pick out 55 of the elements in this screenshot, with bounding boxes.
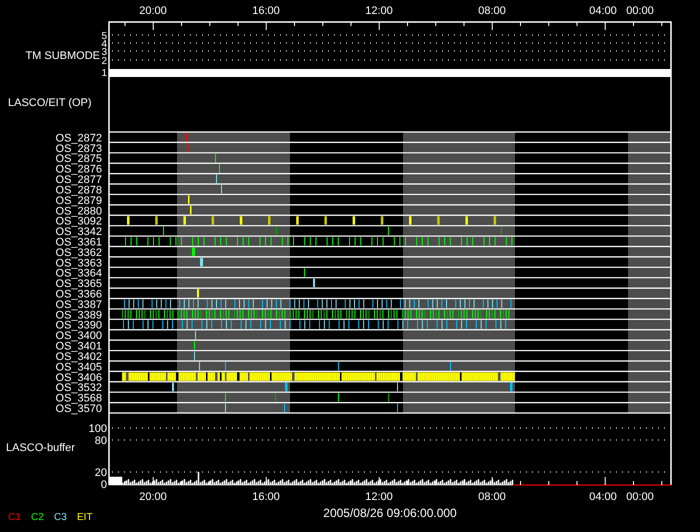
row-label: OS_3366 (56, 288, 102, 301)
axis-label: 20 (94, 467, 107, 479)
legend-label: C2 (31, 512, 44, 523)
row-label: OS_3092 (56, 216, 102, 228)
time-label: 16:00 (252, 5, 280, 17)
time-label: 20:00 (139, 5, 167, 17)
row-label: OS_3390 (56, 320, 102, 332)
panel-label: TM SUBMODE (25, 50, 100, 62)
row-label: OS_3342 (56, 226, 102, 238)
row-label: OS_3401 (56, 340, 102, 353)
row-label: OS_3387 (56, 298, 102, 311)
legend-label: C3 (54, 512, 67, 523)
row-label: OS_2879 (56, 194, 102, 207)
time-label: 08:00 (478, 491, 506, 503)
axis-label: 100 (88, 423, 107, 435)
row-label: OS_2876 (56, 164, 102, 176)
time-label: 00:00 (626, 5, 654, 17)
row-label: OS_2877 (56, 174, 102, 186)
row-label: OS_3568 (56, 392, 102, 405)
date-label: 2005/08/26 09:06:00.000 (323, 506, 457, 520)
row-label: OS_2878 (56, 184, 102, 196)
time-label: 04:00 (589, 491, 617, 503)
row-label: OS_3406 (56, 372, 102, 384)
row-label: OS_3362 (56, 246, 102, 259)
legend-label: C1 (8, 512, 21, 523)
time-label: 12:00 (365, 5, 393, 17)
time-label: 12:00 (365, 491, 393, 503)
time-label: 20:00 (139, 491, 167, 503)
time-label: 08:00 (478, 5, 506, 17)
panel-label: LASCO-buffer (6, 442, 75, 454)
row-label: OS_3400 (56, 330, 102, 342)
row-label: OS_3532 (56, 382, 102, 394)
row-label: OS_2873 (56, 142, 102, 155)
axis-label: 80 (94, 435, 107, 447)
axis-label: 1 (101, 68, 107, 79)
axis-label: 2 (101, 56, 107, 67)
time-label: 16:00 (252, 491, 280, 503)
row-label: OS_2880 (56, 205, 102, 218)
row-label: OS_2875 (56, 153, 102, 166)
row-label: OS_3402 (56, 350, 102, 363)
legend-label: EIT (77, 512, 93, 523)
row-label: OS_3570 (56, 403, 102, 415)
time-label: 00:00 (626, 491, 654, 503)
row-label: OS_3361 (56, 236, 102, 248)
row-label: OS_3365 (56, 278, 102, 290)
row-label: OS_3389 (56, 309, 102, 322)
axis-label: 0 (100, 479, 107, 491)
row-label: OS_3363 (56, 257, 102, 270)
row-label: OS_2872 (56, 132, 102, 144)
event-ticks-drawing (197, 289, 199, 298)
row-label: OS_3364 (56, 268, 102, 280)
time-label: 04:00 (589, 5, 617, 17)
panel-label: LASCO/EIT (OP) (8, 97, 92, 109)
axis-label: 3 (101, 47, 107, 58)
row-label: OS_3405 (56, 361, 102, 374)
